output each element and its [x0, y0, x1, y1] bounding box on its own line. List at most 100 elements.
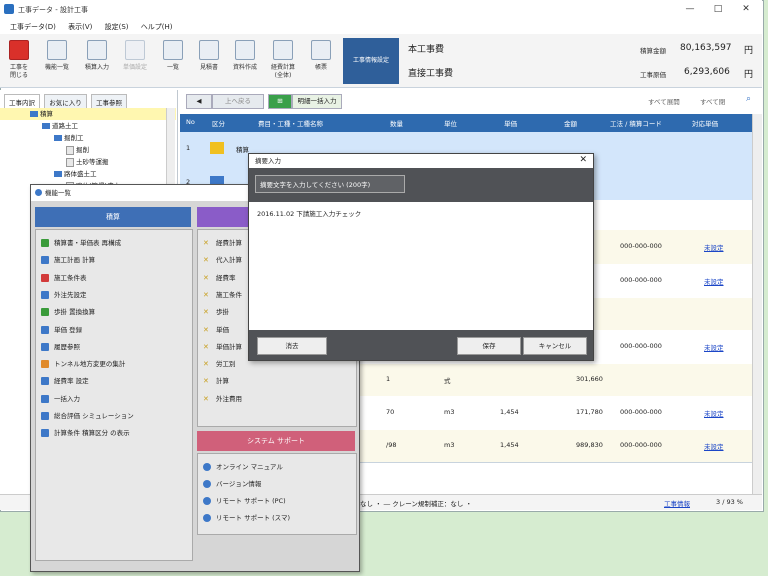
back-arrow-icon[interactable]: ◀ — [186, 94, 212, 109]
tab-reference[interactable]: 工事参照 — [90, 94, 127, 109]
data-function-item[interactable]: ✕ 経費計算 — [203, 237, 242, 247]
tools-icon: ✕ — [203, 342, 209, 351]
data-function-item[interactable]: ✕ 単価計算 — [203, 341, 242, 351]
function-list-button[interactable]: 機能一覧 — [40, 38, 74, 84]
function-item[interactable]: 歩掛 置換換算 — [41, 306, 95, 317]
data-function-item[interactable]: ✕ 施工条件 — [203, 289, 242, 299]
menu-item-help[interactable]: ヘルプ(H) — [141, 22, 173, 32]
tree-node[interactable]: 掘削工 — [0, 132, 176, 144]
function-item-label: 単価 登録 — [54, 325, 83, 334]
dialog-title: 摘要入力 — [255, 157, 281, 165]
tree-node-label: 道路土工 — [52, 122, 78, 130]
row-link[interactable]: 未設定 — [704, 276, 724, 286]
cancel-button[interactable]: キャンセル — [523, 337, 587, 355]
price-setting-button[interactable]: 単価設定 — [118, 38, 152, 84]
function-icon — [41, 429, 49, 438]
function-item[interactable]: 総合評価 シミュレーション — [41, 410, 134, 420]
tools-icon: ✕ — [203, 290, 209, 299]
material-button[interactable]: 資料作成 — [228, 38, 262, 84]
function-icon — [41, 412, 49, 420]
tree-node-label: 掘削 — [76, 146, 89, 154]
function-item[interactable]: 計算条件 積算区分 の表示 — [41, 427, 130, 438]
menu-item-data[interactable]: 工事データ(D) — [10, 22, 56, 32]
tree-scrollbar[interactable] — [166, 108, 175, 188]
search-icon[interactable]: ⌕ — [746, 94, 751, 104]
support-item[interactable]: リモート サポート (PC) — [203, 495, 286, 505]
data-function-item[interactable]: ✕ 経費率 — [203, 272, 236, 282]
dialog-close-icon[interactable]: ✕ — [579, 155, 587, 165]
data-function-item[interactable]: ✕ 歩掛 — [203, 306, 229, 316]
list-button[interactable]: 一覧 — [156, 38, 190, 84]
close-button[interactable]: ✕ — [736, 2, 756, 16]
col-amount: 金額 — [564, 120, 577, 128]
detail-input-button[interactable]: 明細一括入力 — [292, 94, 342, 109]
row-link[interactable]: 未設定 — [704, 342, 724, 352]
function-icon — [41, 377, 49, 386]
maximize-button[interactable]: □ — [708, 2, 728, 16]
minimize-button[interactable]: — — [680, 2, 700, 16]
expand-all-button[interactable]: すべて展開 — [648, 96, 680, 106]
data-function-label: 計算 — [216, 377, 229, 386]
function-item-label: 総合評価 シミュレーション — [54, 412, 134, 420]
data-function-label: 経費率 — [216, 273, 236, 282]
support-item[interactable]: バージョン情報 — [203, 478, 261, 488]
support-item[interactable]: オンライン マニュアル — [203, 461, 283, 471]
collapse-all-button[interactable]: すべて閉 — [700, 96, 725, 106]
function-item[interactable]: 積算書・単価表 再構成 — [41, 237, 121, 247]
function-icon — [41, 325, 49, 334]
data-function-item[interactable]: ✕ 外注費用 — [203, 393, 242, 403]
quotation-button[interactable]: 見積書 — [192, 38, 226, 84]
data-function-item[interactable]: ✕ 労工別 — [203, 358, 236, 368]
clear-button[interactable]: 消去 — [257, 337, 327, 355]
printer-icon — [311, 40, 331, 60]
close-project-button[interactable]: 工事を 閉じる — [2, 38, 36, 84]
folder-icon — [210, 142, 224, 154]
tree-node[interactable]: 掘削 — [0, 144, 176, 156]
support-item[interactable]: リモート サポート (スマ) — [203, 512, 290, 522]
data-function-item[interactable]: ✕ 単価 — [203, 324, 229, 334]
function-icon — [41, 239, 49, 247]
row-link[interactable]: 未設定 — [704, 242, 724, 252]
tree-node-label: 積算 — [40, 110, 53, 118]
page-icon — [66, 157, 74, 167]
tree-node[interactable]: 積算 — [0, 108, 176, 120]
tab-breakdown[interactable]: 工事内訳 — [4, 94, 40, 109]
function-item[interactable]: 施工計画 計算 — [41, 254, 95, 265]
report-button[interactable]: 帳票 — [304, 38, 338, 84]
function-item[interactable]: 単価 登録 — [41, 324, 82, 334]
expense-calc-button[interactable]: 経費計算 (全体) — [266, 38, 300, 84]
row-unit: m3 — [444, 408, 455, 416]
detail-input-icon[interactable]: ⊞ — [268, 94, 292, 109]
project-info-link[interactable]: 工事情報 — [664, 498, 690, 508]
row-link[interactable]: 未設定 — [704, 441, 724, 451]
function-item[interactable]: 履歴参照 — [41, 341, 80, 351]
menu-item-settings[interactable]: 設定(S) — [105, 22, 129, 32]
estimate-input-button[interactable]: 積算入力 — [80, 38, 114, 84]
memo-textarea[interactable]: 2016.11.02 下請施工入力チェック — [257, 208, 361, 218]
function-item[interactable]: 一括入力 — [41, 393, 80, 403]
tree-node[interactable]: 路体盛土工 — [0, 168, 176, 180]
row-link[interactable]: 未設定 — [704, 408, 724, 418]
save-button[interactable]: 保存 — [457, 337, 521, 355]
row-unit: 式 — [444, 377, 451, 385]
menu-item-view[interactable]: 表示(V) — [68, 22, 92, 32]
row-code: 000-000-000 — [620, 441, 662, 449]
function-item[interactable]: 外注先設定 — [41, 289, 87, 299]
folder-icon — [30, 111, 38, 117]
section-support-header: システム サポート — [197, 431, 355, 451]
function-item[interactable]: 経費率 設定 — [41, 375, 89, 386]
data-function-item[interactable]: ✕ 代入計算 — [203, 254, 242, 264]
function-icon — [41, 342, 49, 351]
support-icon — [203, 480, 211, 488]
tree-node[interactable]: 道路土工 — [0, 120, 176, 132]
up-button[interactable]: 上へ戻る — [212, 94, 264, 109]
data-function-item[interactable]: ✕ 計算 — [203, 375, 229, 385]
function-item[interactable]: 施工条件表 — [41, 272, 87, 282]
data-function-label: 歩掛 — [216, 308, 229, 317]
project-info-button[interactable]: 工事情報設定 — [343, 38, 399, 84]
function-item[interactable]: トンネル地方変更の集計 — [41, 358, 125, 369]
grid-scrollbar[interactable] — [752, 114, 762, 494]
edit-icon — [87, 40, 107, 60]
tab-favorites[interactable]: お気に入り — [44, 94, 87, 109]
tree-node[interactable]: 土砂等運搬 — [0, 156, 176, 168]
